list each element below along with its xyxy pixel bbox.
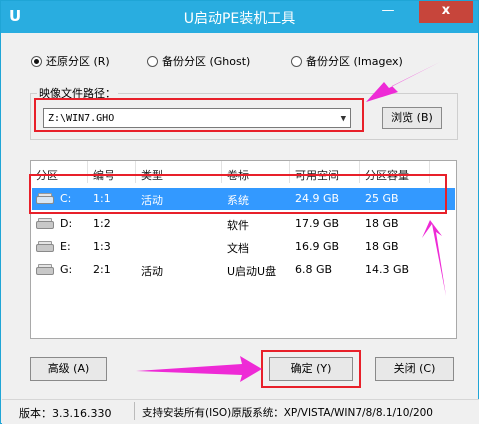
cell-number: 1:1 (93, 192, 111, 205)
mode-radio-group: 还原分区 (R) 备份分区 (Ghost) 备份分区 (Imagex) (1, 53, 478, 71)
title-bar: U U启动PE装机工具 — x (1, 1, 478, 33)
radio-backup-imagex-label: 备份分区 (Imagex) (306, 55, 403, 68)
cell-number: 1:2 (93, 217, 111, 230)
radio-unchecked-icon (291, 55, 302, 67)
image-path-value: Z:\WIN7.GHO (48, 113, 115, 124)
version-text: 版本：3.3.16.330 (19, 407, 112, 420)
radio-backup-ghost-label: 备份分区 (Ghost) (162, 55, 251, 68)
radio-restore[interactable]: 还原分区 (R) (31, 53, 110, 69)
cell-volume-label: U启动U盘 (227, 265, 277, 278)
image-path-label: 映像文件路径： (37, 85, 118, 101)
chevron-down-icon[interactable]: ▼ (341, 109, 346, 129)
usb-drive-icon (36, 263, 54, 275)
cell-partition: C: (60, 192, 72, 205)
disk-drive-icon (36, 192, 54, 204)
cell-capacity: 18 GB (365, 240, 399, 253)
minimize-button[interactable]: — (373, 1, 403, 23)
installer-window: U U启动PE装机工具 — x 还原分区 (R) 备份分区 (Ghost) 备份… (0, 0, 479, 424)
header-type[interactable]: 类型 (141, 167, 163, 183)
cell-capacity: 14.3 GB (365, 263, 410, 276)
partition-table: 分区 编号 类型 卷标 可用空间 分区容量 C: 1:1 活动 系统 24.9 … (30, 160, 457, 339)
radio-restore-label: 还原分区 (R) (46, 55, 110, 68)
cell-partition: G: (60, 263, 73, 276)
radio-backup-imagex[interactable]: 备份分区 (Imagex) (291, 53, 403, 69)
header-partition[interactable]: 分区 (36, 167, 58, 183)
cell-free-space: 6.8 GB (295, 263, 333, 276)
table-row[interactable]: E: 1:3 文档 16.9 GB 18 GB (32, 236, 455, 258)
cell-partition: D: (60, 217, 73, 230)
cell-partition: E: (60, 240, 71, 253)
cell-number: 2:1 (93, 263, 111, 276)
support-text: 支持安装所有(ISO)原版系统：XP/VISTA/WIN7/8/8.1/10/2… (142, 407, 433, 419)
advanced-button[interactable]: 高级 (A) (30, 357, 107, 381)
close-window-button[interactable]: x (419, 1, 473, 23)
table-row[interactable]: G: 2:1 活动 U启动U盘 6.8 GB 14.3 GB (32, 259, 455, 281)
window-title: U启动PE装机工具 (183, 11, 296, 27)
cell-free-space: 24.9 GB (295, 192, 340, 205)
cell-type: 活动 (141, 194, 163, 207)
cell-number: 1:3 (93, 240, 111, 253)
browse-button[interactable]: 浏览 (B) (382, 107, 442, 129)
disk-drive-icon (36, 240, 54, 252)
header-free-space[interactable]: 可用空间 (295, 167, 339, 183)
cell-volume-label: 文档 (227, 242, 249, 255)
confirm-button[interactable]: 确定 (Y) (269, 357, 353, 381)
cell-volume-label: 系统 (227, 194, 249, 207)
header-number[interactable]: 编号 (93, 167, 115, 183)
cell-free-space: 16.9 GB (295, 240, 340, 253)
radio-checked-icon (31, 55, 42, 67)
image-path-select[interactable]: Z:\WIN7.GHO ▼ (43, 108, 351, 128)
close-button[interactable]: 关闭 (C) (375, 357, 454, 381)
cell-capacity: 25 GB (365, 192, 399, 205)
radio-backup-ghost[interactable]: 备份分区 (Ghost) (147, 53, 250, 69)
cell-capacity: 18 GB (365, 217, 399, 230)
radio-unchecked-icon (147, 55, 158, 67)
disk-drive-icon (36, 217, 54, 229)
table-row[interactable]: C: 1:1 活动 系统 24.9 GB 25 GB (32, 188, 455, 210)
header-volume-label[interactable]: 卷标 (227, 167, 249, 183)
cell-type: 活动 (141, 265, 163, 278)
status-bar: 版本：3.3.16.330 支持安装所有(ISO)原版系统：XP/VISTA/W… (2, 399, 479, 424)
cell-volume-label: 软件 (227, 219, 249, 232)
header-capacity[interactable]: 分区容量 (365, 167, 409, 183)
cell-free-space: 17.9 GB (295, 217, 340, 230)
table-row[interactable]: D: 1:2 软件 17.9 GB 18 GB (32, 213, 455, 235)
